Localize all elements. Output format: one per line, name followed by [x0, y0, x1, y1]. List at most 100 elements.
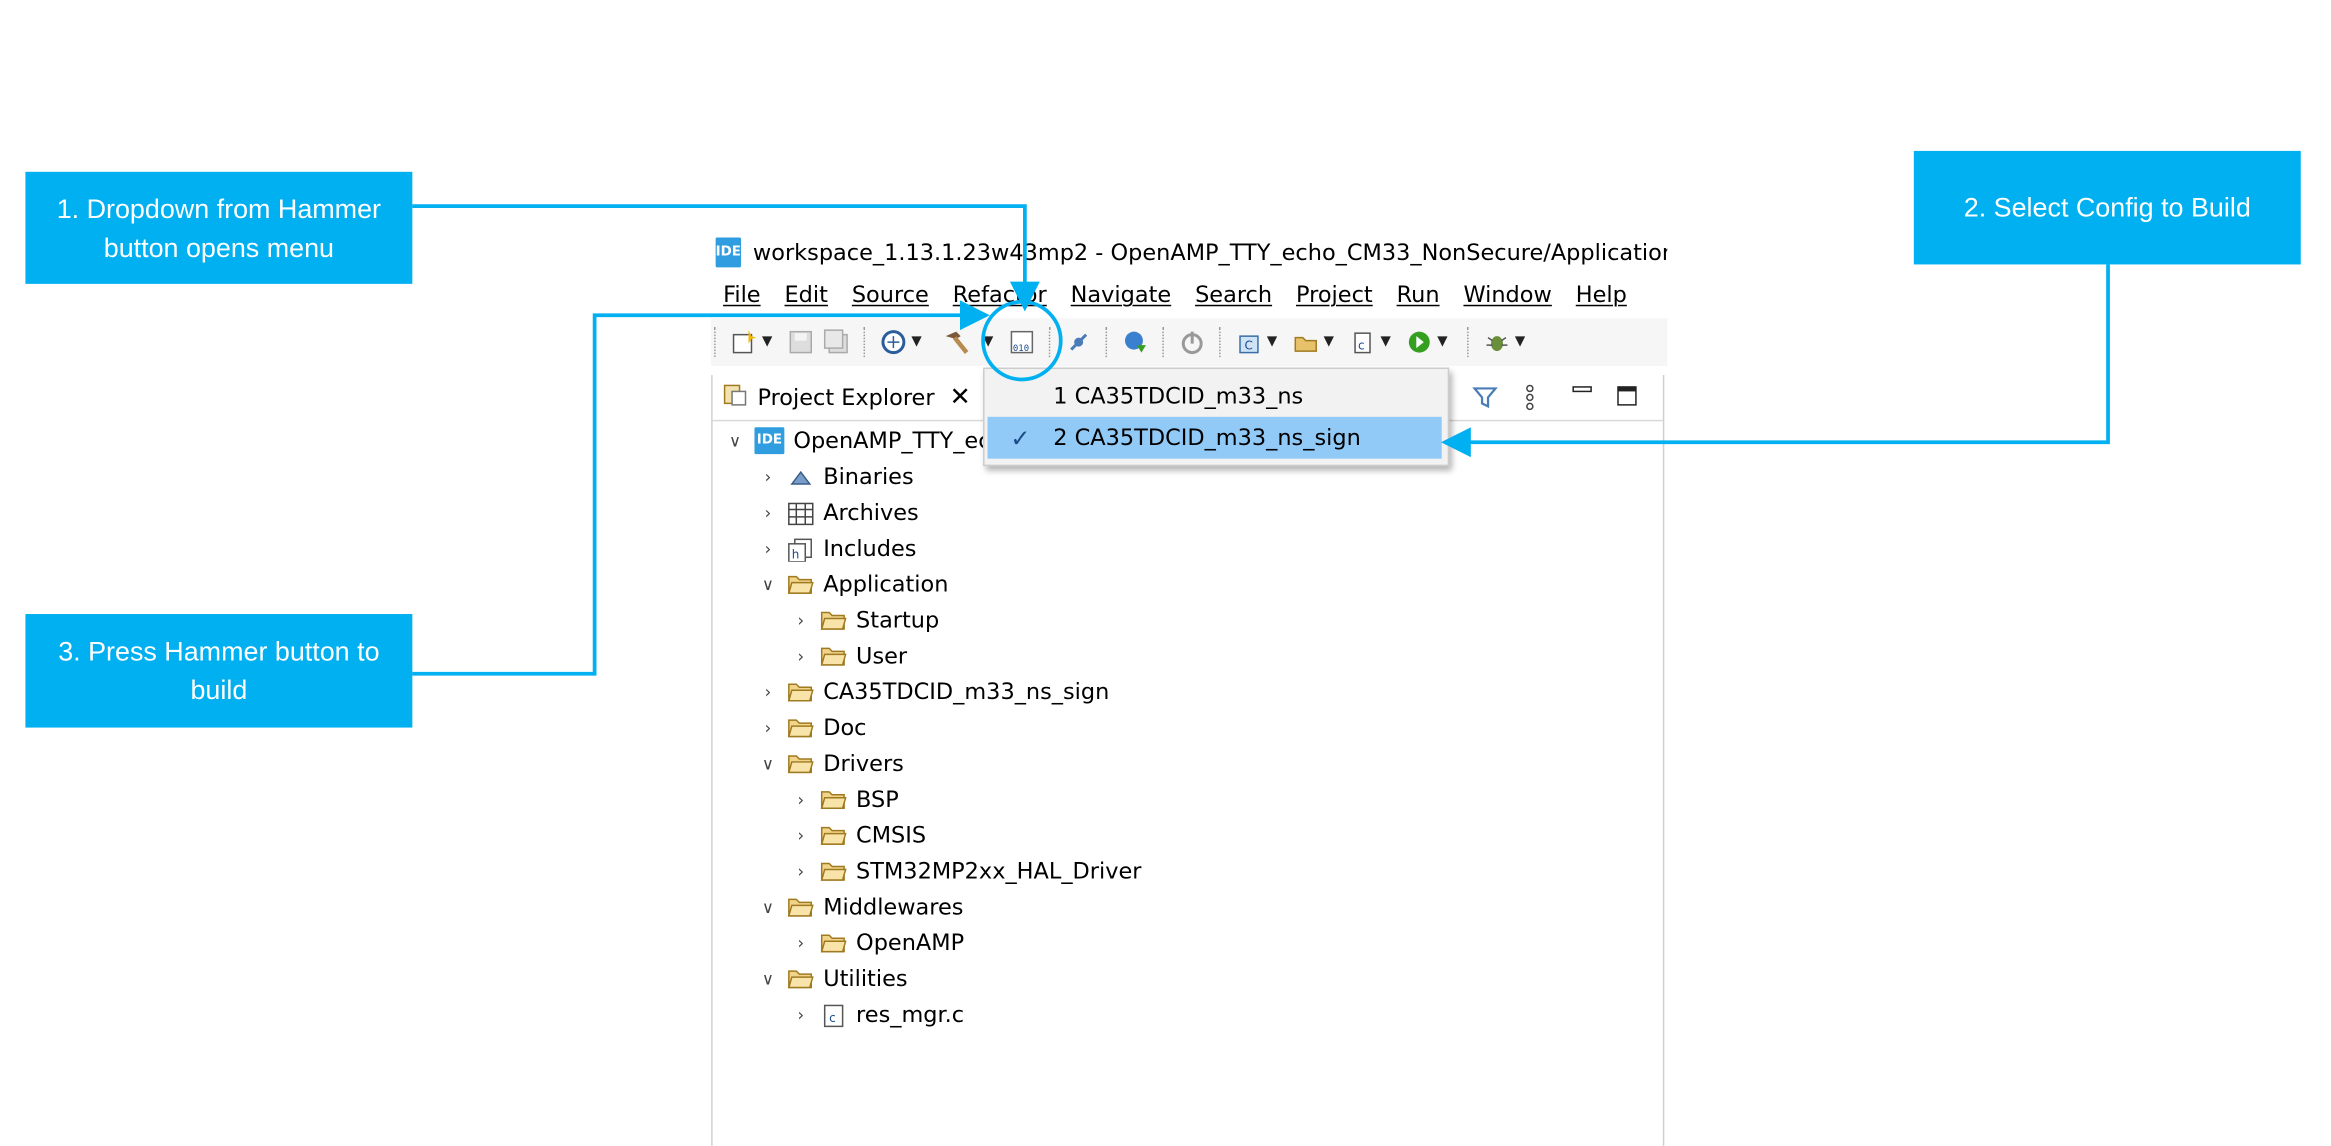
tree-item-label: Doc — [823, 714, 867, 742]
tree-item-binaries[interactable]: › Binaries — [757, 459, 914, 495]
new-c-project-dropdown-arrow[interactable]: ▼ — [1267, 335, 1282, 350]
open-folder-icon — [820, 825, 847, 846]
tree-item-label: Binaries — [823, 463, 914, 491]
menu-navigate[interactable]: Navigate — [1071, 281, 1172, 308]
ide-logo-icon: IDE — [715, 237, 741, 268]
open-folder-icon — [787, 574, 814, 595]
menu-file[interactable]: File — [723, 281, 761, 308]
tree-item-doc[interactable]: › Doc — [757, 710, 867, 746]
run-dropdown-arrow[interactable]: ▼ — [1437, 335, 1452, 350]
chevron-right-icon[interactable]: › — [790, 1005, 811, 1024]
new-folder-dropdown-arrow[interactable]: ▼ — [1324, 335, 1339, 350]
menu-refactor[interactable]: Refactor — [953, 281, 1047, 308]
tree-item-label: Application — [823, 570, 949, 598]
menu-run[interactable]: Run — [1397, 281, 1440, 308]
chevron-right-icon[interactable]: › — [757, 682, 778, 701]
toolbar-separator — [1048, 327, 1052, 358]
tree-item-res-mgr-c[interactable]: › c res_mgr.c — [790, 996, 964, 1032]
chevron-down-icon[interactable]: ∨ — [757, 969, 778, 988]
new-source-file-icon[interactable]: c — [1348, 327, 1378, 357]
open-folder-icon — [820, 645, 847, 666]
chevron-down-icon[interactable]: ∨ — [757, 754, 778, 773]
chevron-right-icon[interactable]: › — [757, 503, 778, 522]
build-config-item-label: 1 CA35TDCID_m33_ns — [1053, 382, 1304, 410]
tree-item-label: Utilities — [823, 965, 908, 993]
hammer-dropdown-arrow[interactable]: ▼ — [983, 335, 998, 350]
run-icon[interactable] — [1404, 327, 1434, 357]
new-folder-icon[interactable] — [1291, 327, 1321, 357]
toolbar-separator — [1105, 327, 1109, 358]
debug-connect-icon[interactable] — [1064, 327, 1094, 357]
chevron-right-icon[interactable]: › — [790, 861, 811, 880]
new-dropdown-arrow[interactable]: ▼ — [762, 335, 777, 350]
tree-item-hal-driver[interactable]: › STM32MP2xx_HAL_Driver — [790, 853, 1141, 889]
project-explorer-panel: Project Explorer ✕ ∨ IDE OpenAMP_TTY_ec … — [711, 374, 1665, 1146]
terminate-icon[interactable] — [1177, 327, 1207, 357]
callout-select-config: 2. Select Config to Build — [1913, 150, 2301, 265]
tree-item-drivers[interactable]: ∨ Drivers — [757, 746, 904, 782]
chevron-right-icon[interactable]: › — [790, 610, 811, 629]
build-config-item-2[interactable]: ✓ 2 CA35TDCID_m33_ns_sign — [987, 416, 1442, 459]
chevron-right-icon[interactable]: › — [790, 825, 811, 844]
chevron-right-icon[interactable]: › — [790, 646, 811, 665]
chevron-right-icon[interactable]: › — [757, 467, 778, 486]
chevron-right-icon[interactable]: › — [757, 718, 778, 737]
tree-item-label: BSP — [856, 785, 899, 813]
menu-source[interactable]: Source — [852, 281, 929, 308]
new-source-file-dropdown-arrow[interactable]: ▼ — [1380, 335, 1395, 350]
view-menu-icon[interactable] — [1522, 382, 1537, 418]
tree-item-user[interactable]: › User — [790, 638, 907, 674]
chevron-right-icon[interactable]: › — [790, 933, 811, 952]
chevron-right-icon[interactable]: › — [790, 790, 811, 809]
save-all-icon[interactable] — [822, 327, 852, 357]
build-config-item-1[interactable]: 1 CA35TDCID_m33_ns — [988, 375, 1442, 417]
tree-item-application[interactable]: ∨ Application — [757, 566, 949, 602]
tree-item-label: Middlewares — [823, 893, 964, 921]
callout-dropdown: 1. Dropdown from Hammer button opens men… — [25, 171, 413, 284]
hammer-build-icon[interactable] — [941, 327, 971, 357]
tree-item-ca35tdcid-m33-ns-sign[interactable]: › CA35TDCID_m33_ns_sign — [757, 674, 1110, 710]
new-icon[interactable] — [729, 327, 759, 357]
menu-project[interactable]: Project — [1296, 281, 1373, 308]
tree-root-project[interactable]: ∨ IDE OpenAMP_TTY_ec — [725, 423, 991, 459]
menu-search[interactable]: Search — [1195, 281, 1272, 308]
tree-item-middlewares[interactable]: ∨ Middlewares — [757, 889, 964, 925]
chevron-down-icon[interactable]: ∨ — [757, 574, 778, 593]
archives-icon — [787, 502, 814, 526]
project-explorer-title: Project Explorer — [757, 383, 935, 411]
chevron-right-icon[interactable]: › — [757, 539, 778, 558]
callout-select-config-text: 2. Select Config to Build — [1963, 192, 2251, 223]
tree-item-label: OpenAMP — [856, 929, 965, 957]
tree-item-label: CMSIS — [856, 821, 927, 849]
tree-item-startup[interactable]: › Startup — [790, 602, 939, 638]
tree-item-openamp[interactable]: › OpenAMP — [790, 925, 964, 961]
tree-item-archives[interactable]: › Archives — [757, 495, 919, 531]
main-toolbar: ▼ ▼ ▼ 010 C ▼ ▼ c ▼ ▼ ▼ — [711, 318, 1668, 367]
tree-item-bsp[interactable]: › BSP — [790, 781, 898, 817]
debug-dropdown-arrow[interactable]: ▼ — [1515, 335, 1530, 350]
includes-icon: h — [787, 538, 814, 562]
binary-file-icon[interactable]: 010 — [1007, 327, 1037, 357]
save-icon[interactable] — [786, 327, 816, 357]
menu-help[interactable]: Help — [1576, 281, 1627, 308]
filter-icon[interactable] — [1472, 384, 1499, 417]
open-folder-icon — [820, 789, 847, 810]
menu-edit[interactable]: Edit — [785, 281, 828, 308]
tree-item-label: CA35TDCID_m33_ns_sign — [823, 678, 1110, 706]
callout-press-hammer-text: 3. Press Hammer button to build — [58, 636, 380, 706]
maximize-icon[interactable] — [1615, 384, 1639, 414]
tree-item-includes[interactable]: › h Includes — [757, 530, 916, 566]
device-config-dropdown-arrow[interactable]: ▼ — [911, 335, 926, 350]
debug-bug-icon[interactable] — [1482, 327, 1512, 357]
globe-download-icon[interactable] — [1121, 327, 1151, 357]
chevron-down-icon[interactable]: ∨ — [725, 431, 746, 450]
open-folder-icon — [820, 610, 847, 631]
minimize-icon[interactable] — [1570, 381, 1594, 411]
menu-window[interactable]: Window — [1463, 281, 1551, 308]
new-c-project-icon[interactable]: C — [1234, 327, 1264, 357]
chevron-down-icon[interactable]: ∨ — [757, 897, 778, 916]
tree-item-cmsis[interactable]: › CMSIS — [790, 817, 926, 853]
close-tab-icon[interactable]: ✕ — [950, 382, 971, 412]
tree-item-utilities[interactable]: ∨ Utilities — [757, 961, 908, 997]
device-config-icon[interactable] — [878, 327, 908, 357]
